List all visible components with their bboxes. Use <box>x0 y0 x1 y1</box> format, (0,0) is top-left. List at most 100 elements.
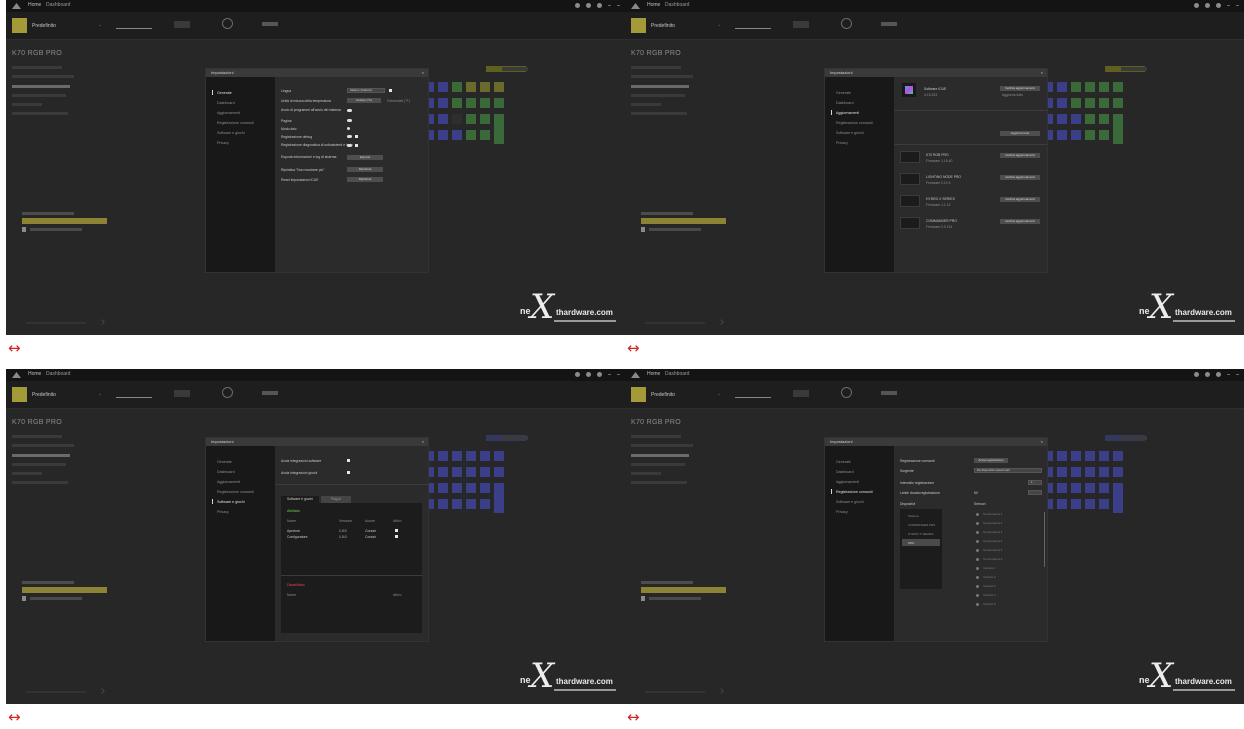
lighting-layer-item[interactable] <box>649 228 701 231</box>
sensor-item[interactable]: Ventola 3 <box>976 584 996 588</box>
help-icon[interactable] <box>597 3 602 8</box>
integration-checkbox[interactable] <box>395 535 398 538</box>
nav-dashboard[interactable]: Dashboard <box>46 371 70 377</box>
nav-item-privacy[interactable]: Privacy <box>836 510 848 514</box>
nav-item-dashboard[interactable]: Dashboard <box>217 101 235 105</box>
profile-swatch[interactable] <box>12 387 27 402</box>
interval-stepper[interactable]: 1 <box>1028 480 1042 485</box>
nav-dashboard[interactable]: Dashboard <box>46 2 70 8</box>
tab-commander[interactable] <box>262 22 278 26</box>
tab-pump[interactable] <box>222 18 233 29</box>
start-recording-button[interactable]: Avvia registrazione <box>974 458 1008 463</box>
help-icon[interactable] <box>597 372 602 377</box>
sensor-item[interactable]: Temperatura 2 <box>976 521 1002 525</box>
sensor-item[interactable]: Ventola 4 <box>976 593 996 597</box>
nav-item-privacy[interactable]: Privacy <box>836 141 848 145</box>
close-icon[interactable]: × <box>1041 439 1043 444</box>
update-all-button[interactable]: Aggiorna tutto <box>1000 131 1040 136</box>
sensor-item[interactable]: Ventola 2 <box>976 575 996 579</box>
nav-item-dashboard[interactable]: Dashboard <box>217 470 235 474</box>
device-update-button[interactable]: Verifica aggiornamenti <box>1000 175 1040 180</box>
sidebar-item[interactable] <box>12 454 70 457</box>
sensor-item[interactable]: Temperatura 3 <box>976 530 1002 534</box>
nav-item-updates[interactable]: Aggiornamenti <box>836 480 859 484</box>
chevron-down-icon[interactable]: ⌄ <box>717 22 721 28</box>
minimize-icon[interactable] <box>1227 5 1230 6</box>
scrollbar[interactable] <box>1044 512 1045 567</box>
tab-node[interactable] <box>793 390 809 397</box>
minimize-icon[interactable] <box>608 5 611 6</box>
sensor-item[interactable]: Temperatura 4 <box>976 539 1002 543</box>
footer-link[interactable] <box>645 691 705 693</box>
nav-item-general[interactable]: Generale <box>217 91 232 95</box>
sidebar-item[interactable] <box>631 112 687 115</box>
lighting-layer-active[interactable] <box>641 218 726 224</box>
time-limit-stepper[interactable] <box>1028 490 1042 495</box>
sidebar-item[interactable] <box>12 481 68 484</box>
sidebar-item[interactable] <box>12 75 74 78</box>
profile-swatch[interactable] <box>631 387 646 402</box>
sidebar-item[interactable] <box>631 75 693 78</box>
sidebar-item[interactable] <box>631 435 681 438</box>
sidebar-item[interactable] <box>12 85 70 88</box>
tab-keyboard[interactable] <box>735 21 771 29</box>
chevron-down-icon[interactable]: ⌄ <box>98 391 102 397</box>
profile-swatch[interactable] <box>631 18 646 33</box>
chevron-down-icon[interactable]: ⌄ <box>98 22 102 28</box>
sidebar-item[interactable] <box>631 66 681 69</box>
key-color-field[interactable] <box>1121 67 1147 71</box>
nav-item-updates[interactable]: Aggiornamenti <box>836 111 859 115</box>
nav-home[interactable]: Home <box>647 2 660 8</box>
notification-icon[interactable] <box>1194 372 1199 377</box>
chevron-icon[interactable] <box>99 688 105 694</box>
tab-keyboard[interactable] <box>116 390 152 398</box>
tab-commander[interactable] <box>881 22 897 26</box>
close-icon[interactable] <box>1236 374 1239 375</box>
sidebar-item[interactable] <box>631 472 661 475</box>
debug-toggle[interactable] <box>347 135 352 138</box>
nav-item-recording[interactable]: Registrazione comandi <box>836 121 873 125</box>
sidebar-item[interactable] <box>12 94 66 97</box>
sidebar-item[interactable] <box>631 103 661 106</box>
restore-button[interactable]: Ripristina <box>347 167 383 172</box>
device-update-button[interactable]: Verifica aggiornamenti <box>1000 153 1040 158</box>
notification-icon[interactable] <box>575 372 580 377</box>
software-integration-checkbox[interactable] <box>347 459 350 462</box>
sensor-item[interactable]: Ventola 1 <box>976 566 996 570</box>
lighting-layer-item[interactable] <box>30 597 82 600</box>
close-icon[interactable] <box>617 5 620 6</box>
nav-item-software[interactable]: Software e giochi <box>217 500 245 504</box>
help-icon[interactable] <box>1216 372 1221 377</box>
help-icon[interactable] <box>1216 3 1221 8</box>
nav-item-dashboard[interactable]: Dashboard <box>836 101 854 105</box>
notification-icon[interactable] <box>575 3 580 8</box>
nav-item-privacy[interactable]: Privacy <box>217 510 229 514</box>
nav-home[interactable]: Home <box>647 371 660 377</box>
profile-swatch[interactable] <box>12 18 27 33</box>
tab-node[interactable] <box>174 390 190 397</box>
sidebar-item[interactable] <box>12 66 62 69</box>
chevron-icon[interactable] <box>718 688 724 694</box>
reset-button[interactable]: Ripristina <box>347 177 383 182</box>
sidebar-item[interactable] <box>12 103 42 106</box>
device-update-button[interactable]: Verifica aggiornamenti <box>1000 197 1040 202</box>
nav-item-recording[interactable]: Registrazione comandi <box>217 490 254 494</box>
sidebar-item[interactable] <box>12 444 74 447</box>
minimize-icon[interactable] <box>608 374 611 375</box>
lighting-layer-item[interactable] <box>30 228 82 231</box>
sidebar-item[interactable] <box>631 94 685 97</box>
language-select[interactable]: Italiano (Italiano) <box>347 88 385 93</box>
footer-link[interactable] <box>645 322 705 324</box>
sensor-item[interactable]: Temperatura 6 <box>976 557 1002 561</box>
export-button[interactable]: Esporta <box>347 155 383 160</box>
settings-icon[interactable] <box>1205 372 1210 377</box>
tab-plugins[interactable]: Plug-in <box>321 496 351 503</box>
footer-link[interactable] <box>26 322 86 324</box>
nav-home[interactable]: Home <box>28 2 41 8</box>
nav-item-updates[interactable]: Aggiornamenti <box>217 480 240 484</box>
sidebar-item[interactable] <box>631 454 689 457</box>
tab-keyboard[interactable] <box>116 21 152 29</box>
settings-icon[interactable] <box>586 372 591 377</box>
game-integration-checkbox[interactable] <box>347 471 350 474</box>
check-updates-button[interactable]: Verifica aggiornamenti <box>1000 86 1040 91</box>
